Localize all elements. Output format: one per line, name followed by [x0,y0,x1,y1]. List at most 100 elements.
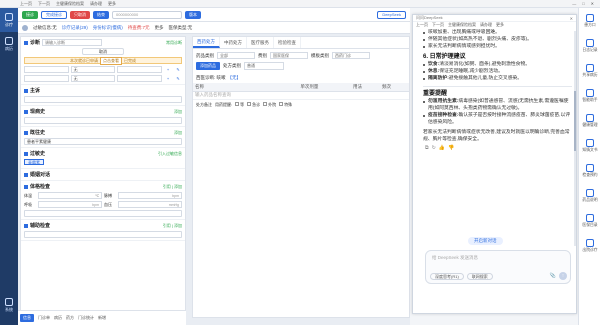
tab-chinese-rx[interactable]: 中药处方 [220,37,247,48]
right-tool-item[interactable]: 医保目录 [579,208,600,233]
tab-lab-exam[interactable]: 检验检查 [274,37,301,48]
pending-fee[interactable]: 待查费:7元 [128,25,150,31]
close-icon[interactable]: ✕ [570,16,573,21]
send-icon[interactable]: ↑ [559,272,567,280]
mode-select[interactable]: 版本 [185,10,201,19]
right-tool-item[interactable]: 患方口 [579,8,600,33]
right-tool-item[interactable]: 日志记录 [579,33,600,58]
diagnosis-field[interactable] [24,66,69,73]
deep-think-toggle[interactable]: 深度思考(R1) [430,273,464,280]
tab-medical-service[interactable]: 医疗服务 [247,37,274,48]
right-tool-item[interactable]: 药品说明 [579,183,600,208]
close-icon[interactable]: ✕ [591,1,594,6]
note-opt-checkbox[interactable]: 外院 [263,101,276,108]
nav-item-system[interactable]: 系统 [0,293,18,317]
aux-exam-field[interactable] [24,231,182,238]
bottom-tab-stats[interactable]: 门诊统计 [78,315,94,321]
physical-exam-field[interactable] [24,210,182,217]
copy-icon[interactable]: ⧉ [425,145,429,152]
diagnosis-cancel-button[interactable]: 取消 [82,48,124,55]
allergy-section: 过敏史 引入过敏信息 青霉素 [21,148,185,169]
note-input-label: 用药提醒: [215,101,233,107]
temperature-input[interactable]: ℃ [38,192,102,199]
rx-category-select[interactable]: 普通 [244,62,284,70]
drug-search-input[interactable]: 输入药品名称查询 [193,91,294,100]
more-link[interactable]: 更多 [155,25,164,31]
diagnosis-type-select-2[interactable]: 无 [70,75,116,82]
nav-item-records[interactable]: 病历 [0,32,18,56]
right-tool-item[interactable]: 知情文书 [579,133,600,158]
finish-button[interactable]: 结束 [93,10,109,19]
nav-item-diagnosis[interactable]: 诊疗 [0,8,18,32]
diagnosis-search-input[interactable]: 请输入诊断 [42,39,103,46]
past-history-field[interactable]: 患者平素健康 [24,138,182,145]
titlebar-item[interactable]: 更多 [108,1,116,7]
allergy-tag[interactable]: 青霉素 [24,159,44,165]
diagnosis-code-field[interactable] [117,66,163,73]
pulse-input[interactable]: bpm [118,192,182,199]
common-diagnosis-link[interactable]: 常用诊断 [166,40,182,46]
reception-button[interactable]: 接诊 [22,10,38,19]
titlebar-item[interactable]: 上一页 [20,1,32,7]
bottom-tab-record[interactable]: 病历 [54,315,62,321]
drug-type-select[interactable]: 全部 [217,52,255,59]
bottom-tab-info[interactable]: 信息 [20,314,34,322]
edit-icon[interactable]: ✎ [174,75,182,82]
thumbs-up-icon[interactable]: 👍 [439,145,445,152]
present-illness-add-link[interactable]: 添加 [174,109,182,115]
titlebar-item[interactable]: 下一页 [38,1,50,7]
chief-complaint-field[interactable] [24,96,182,103]
right-tool-item[interactable]: 智能助手 [579,83,600,108]
note-opt-checkbox[interactable]: 急诊 [247,101,260,108]
warning-link[interactable]: 点击查看 [100,56,122,65]
right-tool-item[interactable]: 出院诊疗 [579,233,600,258]
diagnosis-field-2[interactable] [24,75,69,82]
message-input[interactable]: 给 DeepSeek 发送消息 深度思考(R1) 联网搜索 📎 ↑ [425,250,571,284]
aux-exam-add-link[interactable]: 引用 | 添加 [163,223,182,229]
edit-icon[interactable]: ✎ [174,66,182,73]
right-tool-item[interactable]: 检查预约 [579,158,600,183]
exam-add-link[interactable]: 引用 | 添加 [163,184,182,190]
blood-pressure-input[interactable]: mmHg [118,201,182,208]
tab-western-rx[interactable]: 西药处方 [193,37,220,48]
titlebar: 上一页 下一页 主健康保险档案 请办理 更多 — □ ✕ [0,0,600,8]
past-history-add-link[interactable]: 添加 [174,130,182,136]
minimize-icon[interactable]: — [572,1,576,6]
scrollbar[interactable] [574,31,576,246]
fee-type-select[interactable]: 国家医保 [270,52,308,59]
refresh-icon[interactable]: ↻ [432,145,436,152]
identity-tag[interactable]: 身份标识(慢病) [93,25,123,31]
bottom-tab-outpatient[interactable]: 门诊单 [38,315,50,321]
visit-history-link[interactable]: 诊疗记录(29) [62,25,88,31]
thumbs-down-icon[interactable]: 👎 [448,145,454,152]
titlebar-item[interactable]: 主健康保险档案 [56,1,84,7]
web-search-toggle[interactable]: 联网搜索 [466,273,493,280]
titlebar-item[interactable]: 请办理 [90,1,102,7]
note-opt-checkbox[interactable]: 特殊 [279,101,292,108]
phone-input[interactable]: 0000000000 [112,10,182,19]
maximize-icon[interactable]: □ [582,1,584,6]
add-drug-button[interactable]: 添加药品 [196,62,220,70]
cancel-button[interactable]: 只取消 [70,10,90,19]
attachment-icon[interactable]: 📎 [550,273,556,279]
bottom-tab-new[interactable]: 新增 [98,315,106,321]
add-icon[interactable]: + [164,75,172,82]
bottom-tab-prescription[interactable]: 药方 [66,315,74,321]
import-allergy-link[interactable]: 引入过敏信息 [158,151,182,157]
allergy-info[interactable]: 过敏信息:无 [33,25,57,31]
template-type-select[interactable]: 西药门诊 [332,52,370,59]
note-opt-checkbox[interactable]: 等 [235,101,244,108]
drug-table: 名称 单次剂量 用法 频次 输入药品名称查询 [193,83,409,100]
respiration-input[interactable]: bpm [38,201,102,208]
right-tool-item[interactable]: 健康管理 [579,108,600,133]
diagnosis-type-select[interactable]: 无 [70,66,116,73]
deepseek-button[interactable]: DeepSeek [377,10,406,19]
new-chat-button[interactable]: 开启新对话 [468,237,503,245]
complete-button[interactable]: 完成接诊 [41,10,67,19]
list-item: 隔离防护:避免接触其他儿童,防止交叉感染。 [423,75,572,82]
present-illness-field[interactable] [24,117,182,124]
table-row[interactable]: 输入药品名称查询 [193,91,409,100]
right-tool-item[interactable]: 共享病历 [579,58,600,83]
diagnosis-code-field-2[interactable] [117,75,163,82]
add-icon[interactable]: + [164,66,172,73]
